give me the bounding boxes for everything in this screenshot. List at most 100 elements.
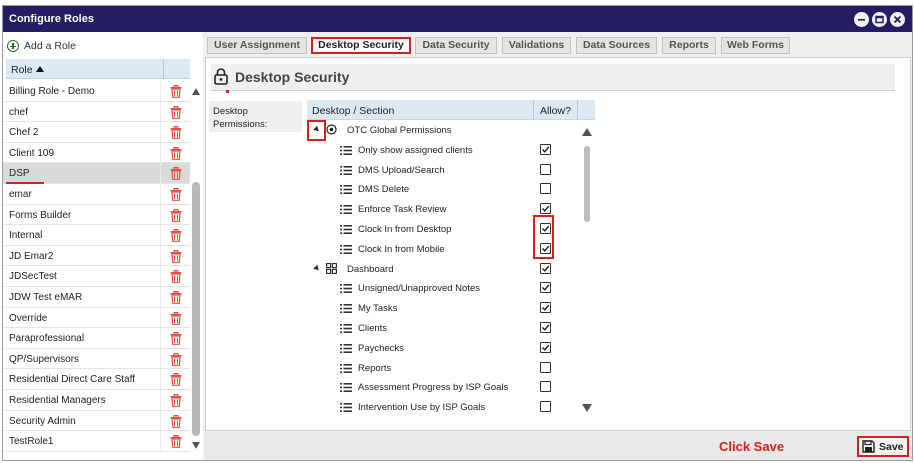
- role-row[interactable]: Paraprofessional: [3, 328, 190, 349]
- allow-column-header[interactable]: Allow?: [540, 105, 571, 117]
- role-name: Residential Direct Care Staff: [9, 374, 135, 386]
- scroll-down-icon[interactable]: [582, 404, 592, 412]
- close-icon[interactable]: [890, 12, 905, 27]
- scroll-down-icon[interactable]: [192, 442, 200, 449]
- tree-item-label: Only show assigned clients: [358, 144, 473, 156]
- role-row[interactable]: Billing Role - Demo: [3, 81, 190, 102]
- footer-bar: Click Save Save: [205, 432, 912, 460]
- trash-icon[interactable]: [170, 187, 182, 201]
- clock-in-checkboxes-highlight: [533, 215, 554, 259]
- role-row[interactable]: Forms Builder: [3, 204, 190, 226]
- tree-item-row[interactable]: Intervention Use by ISP Goals: [307, 397, 577, 417]
- role-list: Billing Role - Demo chef Chef 2 Client 109 D…: [3, 81, 190, 452]
- tree-item-row[interactable]: DMS Upload/Search: [307, 160, 577, 180]
- role-row[interactable]: Residential Direct Care Staff: [3, 369, 190, 390]
- trash-icon[interactable]: [170, 270, 182, 284]
- tab-data-security[interactable]: Data Security: [415, 37, 497, 54]
- trash-icon[interactable]: [170, 229, 182, 243]
- tree-item-row[interactable]: Assessment Progress by ISP Goals: [307, 377, 577, 397]
- role-row[interactable]: Residential Managers: [3, 389, 190, 411]
- tab-user-assignment[interactable]: User Assignment: [207, 37, 307, 54]
- trash-icon[interactable]: [170, 208, 182, 222]
- tree-item-row[interactable]: Reports: [307, 358, 577, 378]
- expand-toggle-icon[interactable]: [313, 264, 321, 272]
- role-row[interactable]: JD Emar2: [3, 245, 190, 267]
- trash-icon[interactable]: [170, 393, 182, 407]
- permissions-scrollbar[interactable]: [581, 128, 593, 414]
- tree-item-row[interactable]: DMS Delete: [307, 179, 577, 199]
- trash-icon[interactable]: [170, 126, 182, 140]
- tab-data-sources[interactable]: Data Sources: [576, 37, 657, 54]
- scroll-up-icon[interactable]: [192, 88, 200, 95]
- trash-icon[interactable]: [170, 85, 182, 98]
- role-row[interactable]: Chef 2: [3, 122, 190, 143]
- trash-icon[interactable]: [170, 414, 182, 428]
- role-row[interactable]: JDSecTest: [3, 266, 190, 287]
- role-row[interactable]: Client 109: [3, 142, 190, 164]
- tree-item-row[interactable]: Paychecks: [307, 338, 577, 358]
- allow-checkbox[interactable]: [540, 143, 551, 155]
- allow-checkbox[interactable]: [540, 163, 551, 175]
- allow-checkbox[interactable]: [540, 282, 551, 294]
- scroll-thumb[interactable]: [192, 182, 200, 436]
- section-column-header[interactable]: Desktop / Section: [312, 105, 394, 117]
- maximize-icon[interactable]: [872, 12, 887, 27]
- trash-icon[interactable]: [170, 249, 182, 263]
- tree-item-row[interactable]: Unsigned/Unapproved Notes: [307, 278, 577, 298]
- tab-validations[interactable]: Validations: [502, 37, 571, 54]
- role-row[interactable]: JDW Test eMAR: [3, 286, 190, 308]
- trash-icon[interactable]: [170, 105, 182, 119]
- role-column-header[interactable]: Role: [6, 59, 190, 79]
- role-row[interactable]: Override: [3, 307, 190, 329]
- trash-icon[interactable]: [170, 332, 182, 346]
- allow-checkbox[interactable]: [540, 321, 551, 333]
- trash-icon[interactable]: [170, 146, 182, 160]
- role-row[interactable]: chef: [3, 101, 190, 123]
- trash-icon[interactable]: [170, 373, 182, 387]
- trash-icon[interactable]: [170, 352, 182, 366]
- tree-item-row[interactable]: Only show assigned clients: [307, 140, 577, 160]
- list-icon: [340, 284, 352, 294]
- save-button[interactable]: Save: [857, 436, 909, 457]
- allow-checkbox[interactable]: [540, 381, 551, 393]
- tree-group-row[interactable]: OTC Global Permissions: [307, 120, 577, 140]
- allow-checkbox[interactable]: [540, 262, 551, 274]
- role-name: Chef 2: [9, 127, 39, 139]
- role-name: JDSecTest: [9, 271, 57, 283]
- tab-desktop-security[interactable]: Desktop Security: [311, 37, 411, 54]
- trash-icon[interactable]: [170, 290, 182, 304]
- role-row[interactable]: emar: [3, 183, 190, 205]
- role-row[interactable]: DSP: [3, 163, 190, 184]
- role-row[interactable]: TestRole1: [3, 431, 190, 452]
- role-name: Billing Role - Demo: [9, 86, 95, 97]
- trash-icon[interactable]: [170, 167, 182, 181]
- tab-reports[interactable]: Reports: [662, 37, 716, 54]
- role-row[interactable]: Internal: [3, 225, 190, 246]
- trash-icon[interactable]: [170, 435, 182, 448]
- role-name: emar: [9, 188, 32, 200]
- circle-target-icon: [326, 124, 337, 135]
- allow-checkbox[interactable]: [540, 203, 551, 215]
- allow-checkbox[interactable]: [540, 361, 551, 373]
- tree-item-row[interactable]: Clients: [307, 318, 577, 338]
- allow-checkbox[interactable]: [540, 401, 551, 413]
- role-row[interactable]: QP/Supervisors: [3, 348, 190, 370]
- trash-icon[interactable]: [170, 311, 182, 325]
- role-name: Paraprofessional: [9, 333, 85, 345]
- minimize-icon[interactable]: [854, 12, 869, 27]
- tree-item-row[interactable]: My Tasks: [307, 298, 577, 318]
- floppy-disk-icon: [862, 440, 875, 453]
- allow-checkbox[interactable]: [540, 341, 551, 353]
- tree-group-row[interactable]: Dashboard: [307, 259, 577, 279]
- tree-item-label: Clock In from Mobile: [358, 243, 445, 255]
- add-role-button[interactable]: Add a Role: [7, 39, 76, 53]
- role-row[interactable]: Security Admin: [3, 410, 190, 432]
- scroll-up-icon[interactable]: [582, 128, 592, 136]
- tree-item-label: Clock In from Desktop: [358, 223, 452, 235]
- role-name: Client 109: [9, 147, 55, 159]
- tab-web-forms[interactable]: Web Forms: [721, 37, 790, 54]
- roles-scrollbar[interactable]: [191, 88, 201, 452]
- scroll-thumb[interactable]: [584, 146, 590, 222]
- allow-checkbox[interactable]: [540, 183, 551, 195]
- allow-checkbox[interactable]: [540, 302, 551, 314]
